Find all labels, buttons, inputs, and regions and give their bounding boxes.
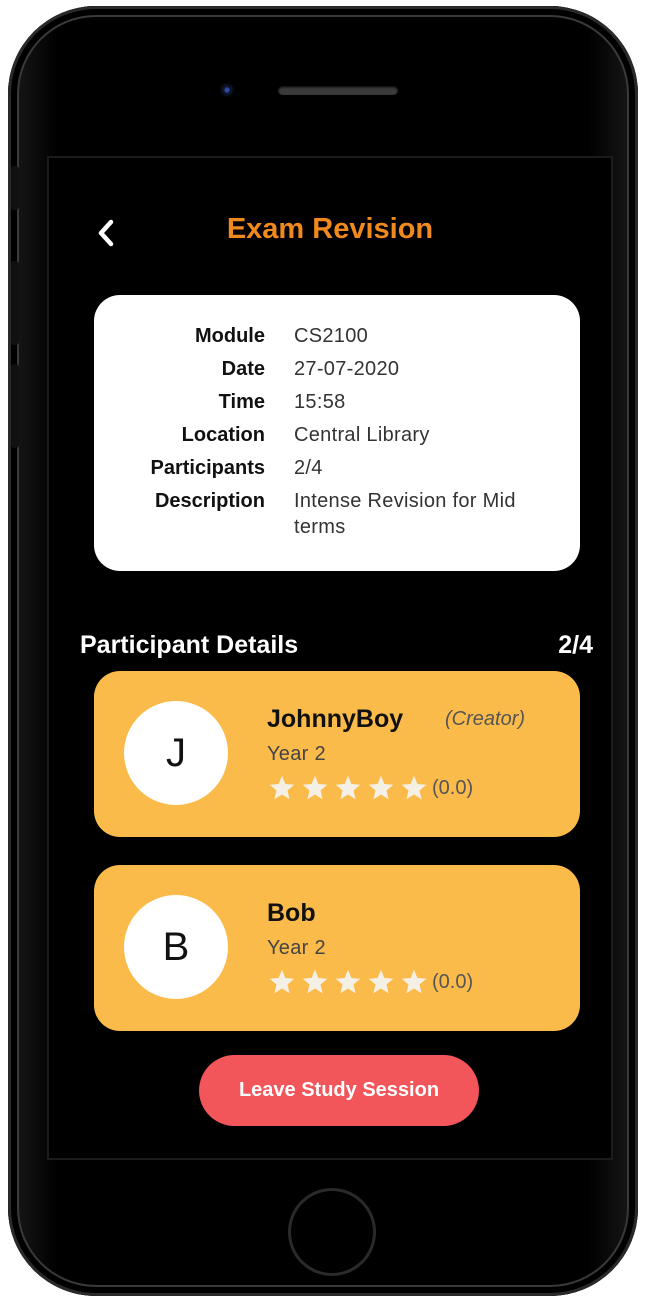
info-value: 27-07-2020	[294, 358, 400, 380]
volume-up-button	[11, 261, 19, 345]
rating-stars: (0.0)	[267, 968, 473, 996]
star-icon	[335, 775, 361, 800]
info-value: CS2100	[294, 325, 369, 347]
rating-value: (0.0)	[432, 776, 474, 799]
participant-count: 2/4	[558, 631, 593, 659]
star-icon	[269, 775, 295, 800]
rating-value: (0.0)	[432, 970, 474, 993]
volume-down-button	[11, 364, 19, 448]
phone-frame: Exam Revision Module CS2100 Date 27-07-2…	[8, 6, 638, 1296]
leave-study-session-button[interactable]: Leave Study Session	[199, 1055, 479, 1126]
info-label: Time	[218, 391, 265, 413]
info-label: Description	[154, 490, 265, 512]
home-button	[288, 1188, 376, 1276]
info-value: Central Library	[294, 424, 430, 446]
page-title: Exam Revision	[226, 213, 434, 245]
participant-year: Year 2	[267, 937, 326, 959]
info-label: Module	[195, 325, 265, 347]
star-icon	[401, 775, 427, 800]
info-label: Participants	[150, 457, 265, 479]
avatar: B	[124, 895, 228, 999]
app-screen: Exam Revision Module CS2100 Date 27-07-2…	[47, 156, 613, 1160]
info-label: Date	[221, 358, 265, 380]
participant-card[interactable]: J JohnnyBoy (Creator) Year 2 (0.0)	[94, 671, 580, 837]
info-label: Location	[181, 424, 265, 446]
earpiece-speaker	[278, 86, 398, 95]
star-icon	[368, 775, 394, 800]
participant-name: JohnnyBoy	[267, 705, 404, 733]
star-icon	[302, 969, 328, 994]
avatar: J	[124, 701, 228, 805]
info-value: 15:58	[294, 391, 346, 413]
info-value: 2/4	[294, 457, 323, 479]
info-value: Intense Revision for Mid terms	[294, 490, 516, 538]
session-info-card: Module CS2100 Date 27-07-2020 Time 15:58…	[94, 295, 580, 571]
participant-name: Bob	[267, 899, 316, 927]
mute-switch	[11, 166, 19, 210]
star-icon	[269, 969, 295, 994]
participant-year: Year 2	[267, 743, 326, 765]
rating-stars: (0.0)	[267, 774, 473, 802]
participant-details-heading: Participant Details	[80, 631, 299, 659]
star-icon	[302, 775, 328, 800]
front-camera	[220, 83, 234, 97]
participant-role: (Creator)	[445, 708, 526, 730]
participant-card[interactable]: B Bob Year 2 (0.0)	[94, 865, 580, 1031]
star-icon	[368, 969, 394, 994]
star-icon	[335, 969, 361, 994]
star-icon	[401, 969, 427, 994]
